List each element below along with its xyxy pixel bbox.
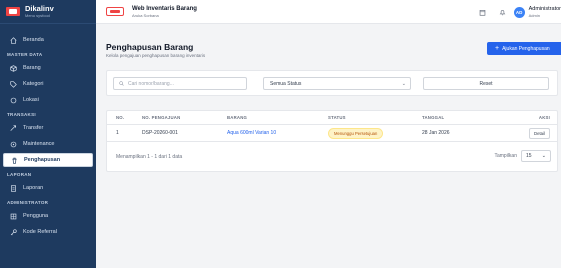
wrench-icon — [9, 140, 17, 148]
sidebar-item-kategori[interactable]: Kategori — [3, 77, 93, 91]
add-penghapusan-button[interactable]: + Ajukan Penghapusan — [487, 42, 561, 55]
location-icon — [9, 96, 17, 104]
sidebar-item-pengguna[interactable]: Pengguna — [3, 209, 93, 223]
per-page-control: Tampilkan 15 ⌄ — [494, 150, 551, 162]
header-aksi: AKSI — [538, 115, 550, 120]
sidebar-nav: Beranda MASTER DATA Barang Kategori Loka… — [0, 24, 96, 239]
plus-icon: + — [495, 45, 500, 52]
brand-subtitle: Menu sysfood — [25, 13, 50, 18]
page-subtitle: Kelola pengajuan penghapusan barang inve… — [106, 53, 206, 58]
sidebar-item-label: Beranda — [23, 37, 44, 43]
sidebar-item-label: Laporan — [23, 185, 44, 191]
reset-button[interactable]: Reset — [423, 77, 549, 90]
header-no-pengajuan: NO. PENGAJUAN — [142, 115, 181, 120]
user-menu[interactable]: Administrator Admin — [529, 6, 561, 18]
cell-barang-link[interactable]: Aqua 600ml Varian 10 — [227, 125, 276, 141]
data-table: NO. NO. PENGAJUAN BARANG STATUS TANGGAL … — [106, 110, 558, 172]
header-barang: BARANG — [227, 115, 248, 120]
sidebar: Dikalinv Menu sysfood Beranda MASTER DAT… — [0, 0, 96, 268]
table-footer: Menampilkan 1 - 1 dari 1 data Tampilkan … — [107, 142, 557, 173]
cell-no-pengajuan: DSP-20260-001 — [142, 130, 178, 136]
sidebar-item-label: Pengguna — [23, 213, 49, 219]
notification-icon[interactable] — [498, 7, 508, 17]
sidebar-item-penghapusan[interactable]: Penghapusan — [3, 153, 93, 167]
cell-no: 1 — [116, 130, 119, 136]
chevron-down-icon: ⌄ — [541, 153, 546, 159]
sidebar-item-beranda[interactable]: Beranda — [3, 33, 93, 47]
table-header: NO. NO. PENGAJUAN BARANG STATUS TANGGAL … — [107, 111, 557, 125]
search-input[interactable]: Cari nomor/barang... — [113, 77, 247, 90]
sidebar-item-transfer[interactable]: Transfer — [3, 121, 93, 135]
sidebar-item-laporan[interactable]: Laporan — [3, 181, 93, 195]
users-icon — [9, 212, 17, 220]
section-laporan: LAPORAN — [7, 172, 32, 177]
sidebar-item-kode-referral[interactable]: Kode Referral — [3, 225, 93, 239]
key-icon — [9, 228, 17, 236]
home-icon — [9, 36, 17, 44]
transfer-icon — [9, 124, 17, 132]
app-logo — [106, 7, 124, 16]
status-select[interactable]: Semua Status ⌄ — [263, 77, 411, 90]
per-page-value: 15 — [526, 153, 532, 159]
sidebar-item-label: Barang — [23, 65, 41, 71]
page-title: Penghapusan Barang — [106, 42, 194, 52]
cell-aksi: Detail — [529, 125, 550, 141]
avatar[interactable]: AD — [513, 6, 525, 18]
section-master-data: MASTER DATA — [7, 52, 43, 57]
box-icon — [9, 64, 17, 72]
sidebar-item-maintenance[interactable]: Maintenance — [3, 137, 93, 151]
per-page-label: Tampilkan — [494, 153, 517, 159]
sidebar-item-lokasi[interactable]: Lokasi — [3, 93, 93, 107]
brand[interactable]: Dikalinv Menu sysfood — [0, 0, 96, 24]
section-transaksi: TRANSAKSI — [7, 112, 36, 117]
header-tanggal: TANGGAL — [422, 115, 445, 120]
detail-button[interactable]: Detail — [529, 127, 550, 139]
search-icon — [119, 81, 124, 86]
chevron-down-icon: ⌄ — [401, 81, 406, 87]
cell-tanggal: 28 Jan 2026 — [422, 130, 450, 136]
user-role: Admin — [528, 13, 540, 18]
status-badge: Menunggu Persetujuan — [328, 127, 384, 139]
filter-card: Cari nomor/barang... Semua Status ⌄ Rese… — [106, 70, 558, 96]
cell-status: Menunggu Persetujuan — [328, 125, 384, 141]
sidebar-item-barang[interactable]: Barang — [3, 61, 93, 75]
sidebar-item-label: Kategori — [23, 81, 44, 87]
brand-logo — [6, 7, 20, 16]
search-placeholder: Cari nomor/barang... — [128, 80, 174, 87]
topbar: Web Inventaris Barang Aruka Sorbana AD A… — [96, 0, 561, 24]
sidebar-item-label: Penghapusan — [24, 157, 61, 163]
user-name: Administrator — [528, 6, 561, 12]
tag-icon — [9, 80, 17, 88]
section-administrator: ADMINISTRATOR — [7, 200, 49, 205]
app-subtitle: Aruka Sorbana — [132, 12, 159, 18]
trash-icon — [10, 156, 18, 164]
header-no: NO. — [116, 115, 125, 120]
header-status: STATUS — [328, 115, 346, 120]
sidebar-item-label: Maintenance — [23, 141, 55, 147]
brand-name: Dikalinv — [25, 4, 54, 13]
pagination-info: Menampilkan 1 - 1 dari 1 data — [116, 154, 183, 160]
app-title: Web Inventaris Barang — [132, 5, 197, 12]
calendar-icon[interactable] — [478, 7, 488, 17]
add-button-label: Ajukan Penghapusan — [502, 45, 550, 52]
table-row: 1 DSP-20260-001 Aqua 600ml Varian 10 Men… — [107, 125, 557, 142]
report-icon — [9, 184, 17, 192]
sidebar-item-label: Kode Referral — [23, 229, 57, 235]
per-page-select[interactable]: 15 ⌄ — [521, 150, 551, 162]
main-content: Penghapusan Barang Kelola pengajuan peng… — [96, 24, 561, 268]
sidebar-item-label: Transfer — [23, 125, 44, 131]
sidebar-item-label: Lokasi — [23, 97, 39, 103]
status-select-value: Semua Status — [270, 80, 302, 87]
